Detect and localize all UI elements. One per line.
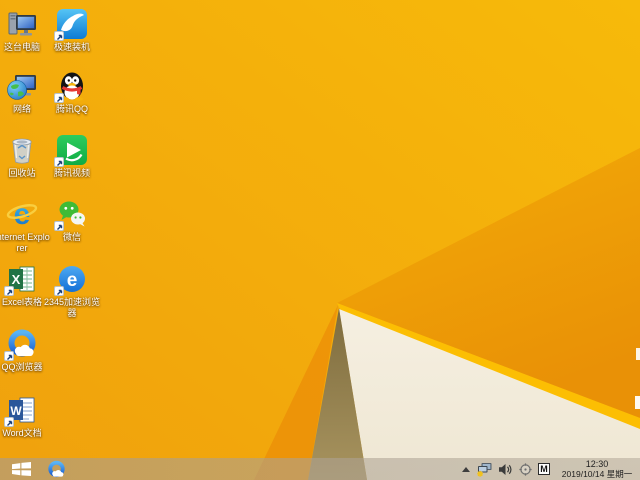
icon-label: 微信 bbox=[62, 232, 81, 242]
icon-label: 腾讯视频 bbox=[53, 168, 90, 178]
taskbar-clock[interactable]: 12:30 2019/10/14 星期一 bbox=[558, 459, 636, 479]
shortcut-arrow-icon bbox=[4, 286, 14, 296]
qq-browser-icon bbox=[4, 328, 38, 361]
clock-date: 2019/10/14 星期一 bbox=[561, 469, 633, 479]
shortcut-arrow-icon bbox=[54, 286, 64, 296]
icon-label: 极速装机 bbox=[53, 42, 90, 52]
desktop-icon-2345-browser[interactable]: e 2345加速浏览器 bbox=[43, 263, 101, 318]
start-button[interactable] bbox=[7, 458, 35, 480]
desktop-icon-tencent-qq[interactable]: 腾讯QQ bbox=[43, 70, 101, 115]
ime-letter: M bbox=[538, 463, 550, 475]
desktop: 这台电脑 极速装机 网络 腾讯QQ 回收站 腾讯视频 e ternet Expl… bbox=[0, 0, 640, 480]
2345-browser-icon: e bbox=[54, 263, 88, 296]
crosshair-utility-tray-icon[interactable] bbox=[519, 458, 532, 480]
taskbar: M 12:30 2019/10/14 星期一 bbox=[0, 458, 640, 480]
chevron-up-icon bbox=[462, 466, 470, 472]
desktop-icon-tencent-video[interactable]: 腾讯视频 bbox=[43, 134, 101, 179]
icon-label: 腾讯QQ bbox=[55, 104, 88, 114]
network-icon bbox=[6, 70, 38, 102]
icon-label: 2345加速浏览器 bbox=[43, 297, 101, 318]
excel-icon: X bbox=[4, 263, 38, 296]
windows-logo-icon bbox=[11, 462, 31, 476]
desktop-icon-wechat[interactable]: 微信 bbox=[43, 198, 101, 243]
xunlei-icon bbox=[54, 8, 88, 41]
recycle-bin-icon bbox=[6, 134, 38, 166]
icon-label: Word文档 bbox=[2, 428, 42, 438]
shortcut-arrow-icon bbox=[4, 351, 14, 361]
desktop-icon-word[interactable]: W Word文档 bbox=[0, 394, 51, 439]
shortcut-arrow-icon bbox=[54, 157, 64, 167]
volume-tray-icon[interactable] bbox=[498, 458, 513, 480]
taskbar-qq-browser-button[interactable] bbox=[44, 459, 68, 479]
shortcut-arrow-icon bbox=[54, 221, 64, 231]
word-icon: W bbox=[4, 394, 38, 427]
qq-browser-icon bbox=[47, 460, 65, 477]
svg-text:W: W bbox=[10, 404, 22, 418]
ime-indicator[interactable]: M bbox=[538, 458, 550, 480]
shortcut-arrow-icon bbox=[4, 417, 14, 427]
shortcut-arrow-icon bbox=[54, 93, 64, 103]
internet-explorer-icon: e bbox=[6, 198, 38, 230]
network-status-tray-icon[interactable] bbox=[476, 458, 492, 480]
shortcut-arrow-icon bbox=[54, 31, 64, 41]
qq-penguin-icon bbox=[54, 70, 88, 103]
desktop-icon-qq-browser[interactable]: QQ浏览器 bbox=[0, 328, 51, 373]
svg-text:X: X bbox=[12, 272, 21, 287]
svg-text:e: e bbox=[67, 270, 78, 291]
clock-time: 12:30 bbox=[585, 459, 609, 469]
wechat-icon bbox=[54, 198, 88, 231]
desktop-icon-xunlei-install[interactable]: 极速装机 bbox=[43, 8, 101, 53]
icon-label: QQ浏览器 bbox=[1, 362, 43, 372]
show-hidden-icons-button[interactable] bbox=[462, 458, 470, 480]
this-pc-icon bbox=[6, 8, 38, 40]
tencent-video-icon bbox=[54, 134, 88, 167]
system-tray: M 12:30 2019/10/14 星期一 bbox=[459, 458, 640, 480]
